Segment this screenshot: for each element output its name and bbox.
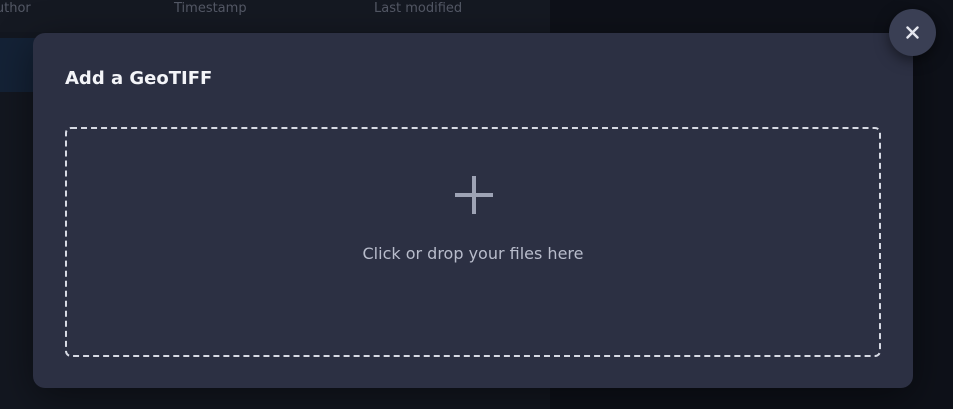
dropzone-label: Click or drop your files here bbox=[362, 244, 584, 263]
close-icon bbox=[906, 26, 919, 39]
file-dropzone[interactable]: Click or drop your files here bbox=[65, 127, 881, 357]
close-modal-button[interactable] bbox=[889, 9, 936, 56]
modal-title: Add a GeoTIFF bbox=[65, 68, 213, 89]
add-geotiff-modal: Add a GeoTIFF Click or drop your files h… bbox=[33, 33, 913, 388]
plus-icon bbox=[455, 176, 493, 214]
